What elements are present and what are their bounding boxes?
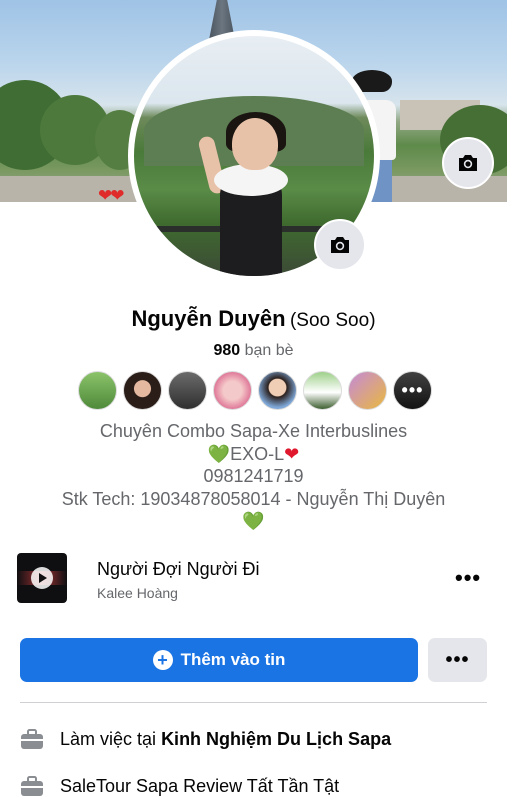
friend-avatars-row: •••	[78, 371, 432, 410]
cover-camera-button[interactable]	[442, 137, 494, 189]
bio-line: Chuyên Combo Sapa-Xe Interbuslines	[99, 421, 408, 441]
work-place-link[interactable]: Kinh Nghiệm Du Lịch Sapa	[161, 729, 391, 750]
friend-avatar-more[interactable]: •••	[393, 371, 432, 410]
briefcase-icon	[20, 728, 46, 750]
music-more-button[interactable]: •••	[455, 565, 481, 591]
friends-label: bạn bè	[244, 342, 294, 359]
profile-music[interactable]: Người Đợi Người Đi Kalee Hoàng •••	[17, 553, 490, 603]
plus-circle-icon: +	[152, 650, 173, 670]
camera-icon	[459, 155, 477, 171]
green-heart-icon: 💚	[207, 443, 231, 464]
friends-count-row[interactable]: 980 bạn bè	[0, 342, 507, 360]
friend-avatar[interactable]	[78, 371, 117, 410]
divider	[20, 702, 487, 703]
green-heart-icon: 💚	[242, 511, 265, 531]
work-info-row[interactable]: Làm việc tại Kinh Nghiệm Du Lịch Sapa	[20, 724, 490, 754]
bio-phone: 0981241719	[203, 466, 304, 486]
friend-avatar[interactable]	[123, 371, 162, 410]
profile-camera-button[interactable]	[314, 219, 366, 271]
add-to-story-label: Thêm vào tin	[180, 650, 286, 669]
profile-name-row: Nguyễn Duyên (Soo Soo)	[0, 306, 507, 332]
profile-more-button[interactable]: •••	[428, 638, 487, 682]
bio-text: EXO-L	[230, 443, 285, 464]
friend-avatar[interactable]	[168, 371, 207, 410]
album-art[interactable]	[17, 553, 67, 603]
play-icon	[31, 567, 53, 589]
song-artist: Kalee Hoàng	[97, 585, 178, 601]
heart-decoration: ❤❤	[98, 186, 124, 202]
friend-avatar[interactable]	[348, 371, 387, 410]
work-info-text: SaleTour Sapa Review Tất Tần Tật	[60, 775, 340, 796]
profile-name: Nguyễn Duyên	[131, 306, 286, 331]
briefcase-icon	[20, 775, 46, 797]
add-to-story-button[interactable]: + Thêm vào tin	[20, 638, 418, 682]
camera-icon	[331, 237, 349, 253]
profile-bio: Chuyên Combo Sapa-Xe Interbuslines 💚EXO-…	[0, 420, 507, 533]
work-info-row-2[interactable]: SaleTour Sapa Review Tất Tần Tật	[20, 771, 490, 800]
more-friends-label: •••	[394, 372, 431, 409]
red-heart-icon: ❤	[284, 443, 300, 464]
friend-avatar[interactable]	[258, 371, 297, 410]
friend-avatar[interactable]	[303, 371, 342, 410]
friend-avatar[interactable]	[213, 371, 252, 410]
friends-count: 980	[213, 342, 241, 359]
bio-bank-account: Stk Tech: 19034878058014 - Nguyễn Thị Du…	[61, 488, 446, 509]
work-prefix: Làm việc tại	[60, 728, 157, 749]
bio-line: 💚EXO-L❤	[0, 443, 507, 466]
profile-alternate-name: (Soo Soo)	[289, 310, 376, 331]
song-title: Người Đợi Người Đi	[97, 559, 260, 579]
